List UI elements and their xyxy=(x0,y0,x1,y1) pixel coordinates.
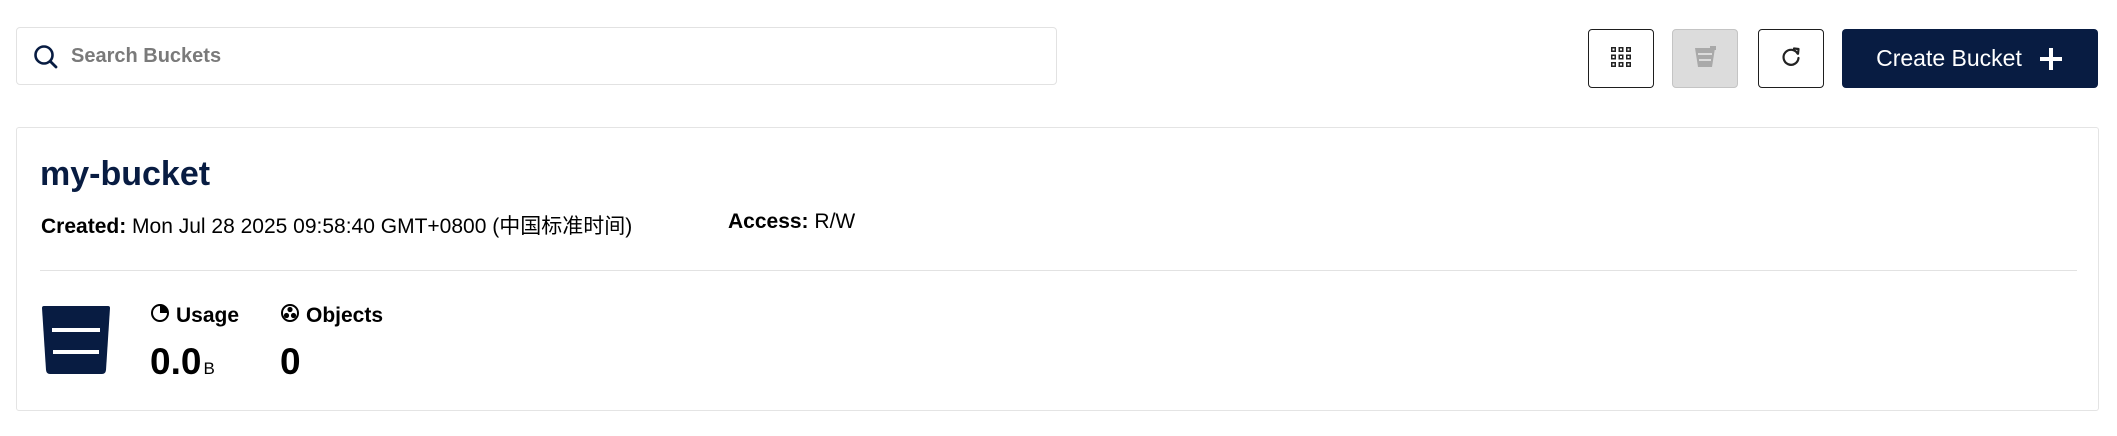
usage-value: 0.0 xyxy=(150,341,202,382)
create-bucket-label: Create Bucket xyxy=(1876,45,2022,71)
search-box[interactable] xyxy=(16,27,1057,85)
usage-label: Usage xyxy=(176,304,240,327)
bucket-access: Access: R/W xyxy=(728,210,855,234)
objects-icon xyxy=(280,303,300,329)
access-value: R/W xyxy=(814,210,856,233)
pie-chart-icon xyxy=(150,303,170,329)
refresh-button[interactable] xyxy=(1758,29,1824,88)
objects-value: 0 xyxy=(280,341,301,382)
grid-view-button[interactable] xyxy=(1588,29,1654,88)
search-input[interactable] xyxy=(69,36,1029,76)
objects-label: Objects xyxy=(306,304,384,327)
bucket-action-button[interactable] xyxy=(1672,29,1738,88)
plus-icon xyxy=(2038,46,2064,72)
create-bucket-button[interactable]: Create Bucket xyxy=(1842,29,2098,88)
search-icon xyxy=(31,42,61,72)
objects-stat: Objects 0 xyxy=(280,303,383,383)
bucket-name-link[interactable]: my-bucket xyxy=(40,155,210,194)
bucket-logo-icon xyxy=(40,304,112,376)
divider xyxy=(40,270,2077,271)
created-label: Created: xyxy=(41,215,127,238)
refresh-icon xyxy=(1779,45,1803,72)
bucket-card[interactable]: my-bucket Created: Mon Jul 28 2025 09:58… xyxy=(16,127,2099,411)
grid-view-icon xyxy=(1610,46,1632,71)
usage-stat: Usage 0.0 B xyxy=(150,303,239,383)
usage-unit: B xyxy=(203,359,215,378)
access-label: Access: xyxy=(728,210,809,233)
bucket-created: Created: Mon Jul 28 2025 09:58:40 GMT+08… xyxy=(41,210,632,240)
created-value: Mon Jul 28 2025 09:58:40 GMT+0800 (中国标准时… xyxy=(132,215,633,238)
bucket-icon xyxy=(1692,44,1718,73)
